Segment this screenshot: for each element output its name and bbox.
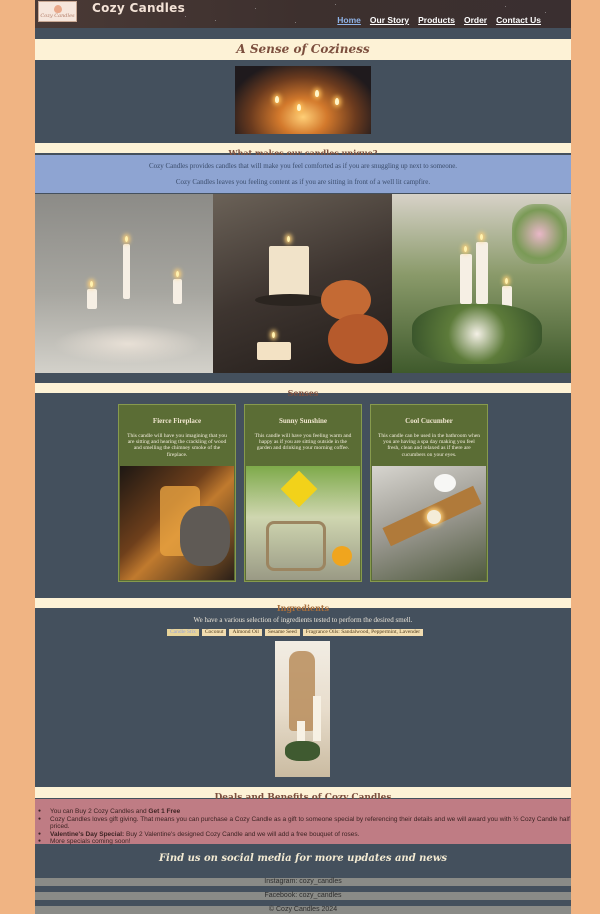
fireplace-image <box>120 466 234 580</box>
instagram-link[interactable]: Instagram: cozy_candles <box>35 878 571 886</box>
ingredients-title: Ingredients <box>276 603 330 613</box>
scent-card-sunny-sunshine[interactable]: Sunny Sunshine This candle will have you… <box>244 404 362 582</box>
card-title: Fierce Fireplace <box>152 417 202 425</box>
senses-title-strip: Senses <box>35 383 571 398</box>
social-title: Find us on social media for more updates… <box>158 853 448 864</box>
ingredient-tag: Candle Stix <box>167 629 199 636</box>
unique-description: Cozy Candles provides candles that will … <box>35 155 571 193</box>
logo[interactable]: Cozy Candles <box>38 1 77 22</box>
unique-title-strip: What makes our candles unique? <box>35 143 571 158</box>
ingredient-tags: Candle Stix Coconut Almond Oil Sesame Se… <box>167 629 424 636</box>
nav-products[interactable]: Products <box>418 15 455 25</box>
deals-list: You can Buy 2 Cozy Candles and Get 1 Fre… <box>35 799 571 846</box>
deal-item: Valentine's Day Special: Buy 2 Valentine… <box>35 831 571 839</box>
spa-bath-image <box>372 466 486 580</box>
nav-contact-us[interactable]: Contact Us <box>496 15 541 25</box>
card-description: This candle will have you imagining that… <box>127 433 227 458</box>
deal-item: You can Buy 2 Cozy Candles and Get 1 Fre… <box>35 808 571 816</box>
ingredient-tag: Sesame Seed <box>264 629 300 636</box>
unique-line-1: Cozy Candles provides candles that will … <box>148 162 458 170</box>
card-title: Sunny Sunshine <box>278 417 328 425</box>
scent-card-fierce-fireplace[interactable]: Fierce Fireplace This candle will have y… <box>118 404 236 582</box>
ingredient-tag: Almond Oil <box>229 629 262 636</box>
deal-item: More specials coming soon! <box>35 838 571 846</box>
garden-candles-photo <box>392 194 571 373</box>
main-nav: Home Our Story Products Order Contact Us <box>337 15 541 25</box>
logo-text: Cozy Candles <box>40 12 75 19</box>
hero-title: A Sense of Coziness <box>236 42 370 56</box>
unique-line-2: Cozy Candles leaves you feeling content … <box>175 178 431 186</box>
card-title: Cool Cucumber <box>405 417 453 425</box>
page-container: Cozy Candles Cozy Candles Home Our Story… <box>35 0 571 914</box>
brand-name: Cozy Candles <box>92 1 186 15</box>
senses-title: Senses <box>287 388 319 398</box>
ingredient-tag: Fragrance Oils: Sandalwood, Peppermint, … <box>302 629 424 636</box>
deal-item: Cozy Candles loves gift giving. That mea… <box>35 816 571 831</box>
hero-title-strip: A Sense of Coziness <box>35 39 571 60</box>
scent-card-cool-cucumber[interactable]: Cool Cucumber This candle can be used in… <box>370 404 488 582</box>
card-description: This candle can be used in the bathroom … <box>377 433 481 458</box>
ingredients-title-strip: Ingredients <box>35 598 571 613</box>
ingredients-subtitle: We have a various selection of ingredien… <box>193 616 413 624</box>
ingredient-tag: Coconut <box>201 629 227 636</box>
candle-lantern-image <box>275 641 330 777</box>
candles-petals-photo <box>35 194 213 373</box>
nav-our-story[interactable]: Our Story <box>370 15 409 25</box>
site-header: Cozy Candles Cozy Candles Home Our Story… <box>35 0 571 28</box>
card-description: This candle will have you feeling warm a… <box>254 433 352 452</box>
candle-pumpkins-photo <box>213 194 392 373</box>
garden-coffee-image <box>246 466 360 580</box>
tealight-candles-image <box>235 66 371 134</box>
deals-title-strip: Deals and Benefits of Cozy Candles <box>35 787 571 803</box>
logo-flame-icon <box>53 4 62 13</box>
facebook-link[interactable]: Facebook: cozy_candles <box>35 892 571 900</box>
nav-order[interactable]: Order <box>464 15 487 25</box>
nav-home[interactable]: Home <box>337 15 361 25</box>
